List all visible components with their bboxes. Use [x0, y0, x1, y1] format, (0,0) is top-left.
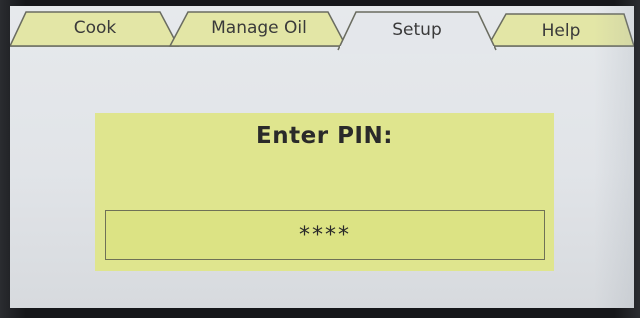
pin-prompt-title: Enter PIN:	[256, 123, 393, 149]
pin-entry-panel: Enter PIN: ****	[95, 113, 554, 271]
tab-cook[interactable]: Cook	[50, 18, 140, 38]
tab-manage-oil[interactable]: Manage Oil	[190, 18, 328, 38]
tab-setup[interactable]: Setup	[362, 20, 472, 40]
pin-input-field[interactable]: ****	[105, 210, 545, 260]
tab-help[interactable]: Help	[516, 21, 606, 41]
display-screen: Cook Manage Oil Setup Help Enter PIN: **…	[10, 6, 634, 308]
tab-bar: Cook Manage Oil Setup Help	[10, 6, 634, 54]
pin-masked-value: ****	[299, 223, 351, 248]
